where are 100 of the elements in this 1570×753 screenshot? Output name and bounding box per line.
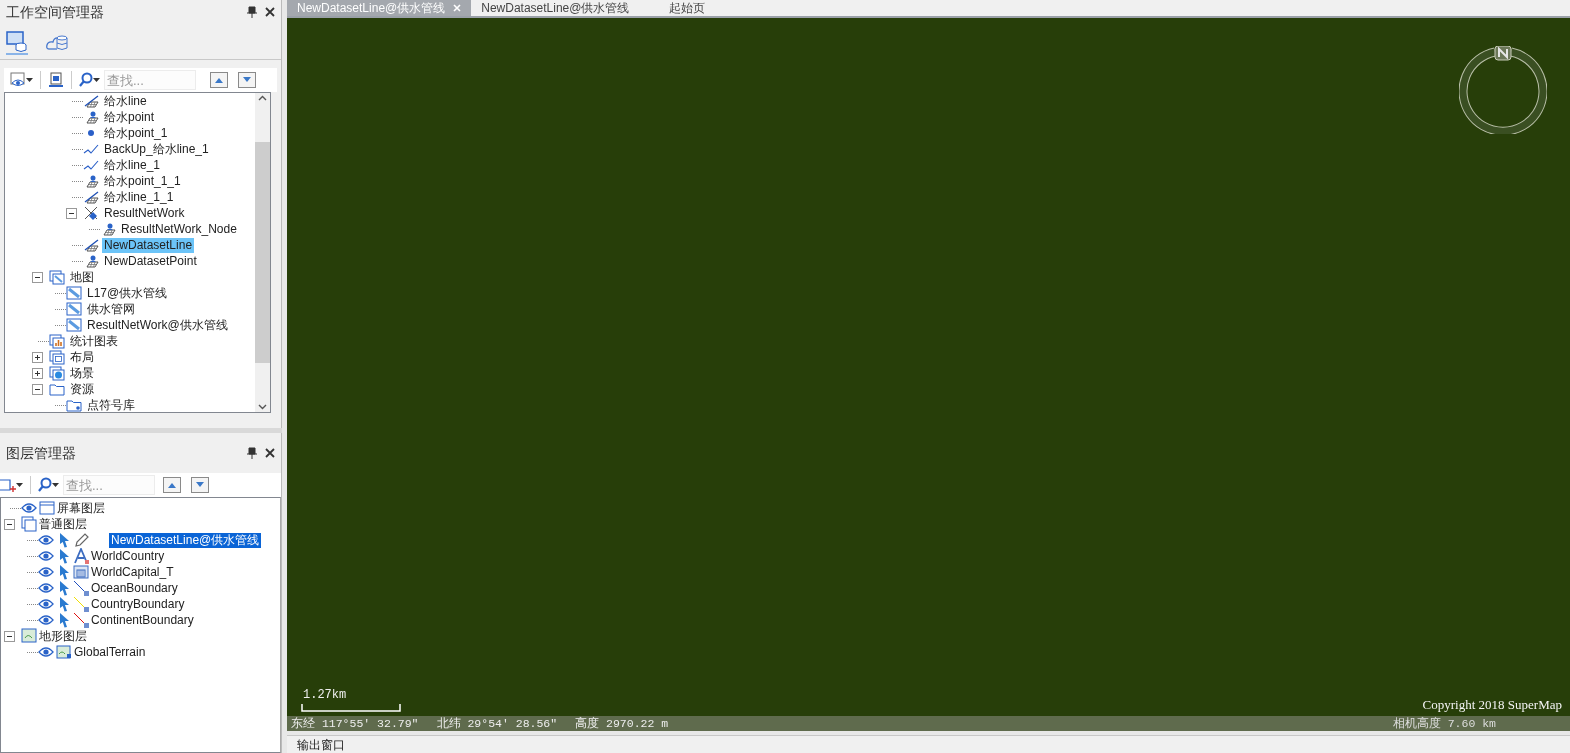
tree-item[interactable]: 地图 [68, 269, 96, 285]
tree-item[interactable]: 给水line_1 [102, 157, 163, 173]
layout-icon [49, 349, 65, 365]
down-arrow-icon [195, 482, 205, 488]
tree-item[interactable]: 给水point_1 [102, 125, 170, 141]
tree-item[interactable]: ResultNetWork@供水管线 [85, 317, 230, 333]
cursor-icon[interactable] [57, 532, 71, 548]
pin-icon[interactable] [247, 6, 257, 18]
move-down-button[interactable] [191, 477, 209, 493]
letter-a-icon [73, 548, 89, 564]
export-button[interactable] [48, 72, 64, 88]
tree-item[interactable]: 供水管网 [85, 301, 137, 317]
layer-item[interactable]: OceanBoundary [89, 580, 180, 596]
tree-item[interactable]: NewDatasetPoint [102, 253, 199, 269]
move-up-button[interactable] [210, 72, 228, 88]
tree-item[interactable]: ResultNetWork [102, 205, 187, 221]
close-icon[interactable] [265, 448, 275, 458]
node-icon [84, 607, 89, 612]
expand-icon[interactable] [32, 351, 43, 363]
eye-icon[interactable] [38, 566, 54, 578]
tree-item[interactable]: 资源 [68, 381, 96, 397]
map-icon [66, 285, 82, 301]
panel-tab[interactable] [6, 30, 28, 55]
node-icon [84, 623, 89, 628]
eye-icon[interactable] [38, 614, 54, 626]
eye-icon[interactable] [38, 534, 54, 546]
cursor-icon[interactable] [57, 564, 71, 580]
tree-item[interactable]: NewDatasetLine [102, 237, 195, 253]
terrain-group-icon [21, 628, 37, 644]
layer-item[interactable]: WorldCapital_T [89, 564, 176, 580]
tree-item[interactable]: 给水point [102, 109, 157, 125]
up-arrow-icon [214, 77, 224, 83]
cursor-icon[interactable] [57, 580, 71, 596]
line-dataset-icon [83, 237, 99, 253]
tree-item[interactable]: BackUp_给水line_1 [102, 141, 211, 157]
layer-item[interactable]: 地形图层 [37, 628, 89, 644]
expand-icon[interactable] [32, 367, 43, 379]
node-icon [84, 591, 89, 596]
eye-icon[interactable] [38, 582, 54, 594]
eye-icon[interactable] [38, 598, 54, 610]
network-icon [83, 205, 99, 221]
layer-item[interactable]: ContinentBoundary [89, 612, 196, 628]
scroll-down-icon[interactable] [258, 404, 267, 410]
tree-item[interactable]: 给水point_1_1 [102, 173, 183, 189]
scroll-up-icon[interactable] [258, 95, 267, 101]
search-button[interactable] [38, 477, 59, 493]
scale-label: 1.27km [302, 687, 348, 704]
cursor-icon[interactable] [57, 596, 71, 612]
workspace-icon [6, 30, 28, 53]
move-down-button[interactable] [238, 72, 256, 88]
search-button[interactable] [79, 72, 100, 88]
tree-item[interactable]: 统计图表 [68, 333, 120, 349]
folder-icon [49, 381, 65, 397]
map-folder-icon [49, 269, 65, 285]
tree-item[interactable]: 布局 [68, 349, 96, 365]
collapse-icon[interactable] [32, 383, 43, 395]
eye-icon[interactable] [21, 502, 37, 514]
layer-item[interactable]: 屏幕图层 [55, 500, 107, 516]
eye-icon [10, 72, 26, 88]
map-view[interactable]: 1.27km Copyright 2018 SuperMap [287, 16, 1570, 716]
layer-item[interactable]: WorldCountry [89, 548, 167, 564]
close-icon[interactable] [265, 7, 275, 17]
move-up-button[interactable] [163, 477, 181, 493]
tree-item[interactable]: L17@供水管线 [85, 285, 170, 301]
pin-icon[interactable] [247, 447, 257, 459]
collapse-icon[interactable] [4, 630, 15, 642]
search-field[interactable]: 查找... [104, 70, 196, 90]
tree-item[interactable]: 给水line [102, 93, 149, 109]
layer-item[interactable]: CountryBoundary [89, 596, 187, 612]
panel-title: 输出窗口 [297, 738, 345, 752]
tree-item[interactable]: 点符号库 [85, 397, 137, 412]
search-field[interactable]: 查找... [63, 475, 155, 495]
layer-item[interactable]: GlobalTerrain [72, 644, 148, 660]
longitude-text: 东经 117°55′ 32.79″ [291, 715, 419, 732]
eye-icon[interactable] [38, 646, 54, 658]
collapse-icon[interactable] [4, 518, 15, 530]
cursor-icon[interactable] [57, 612, 71, 628]
tree-item[interactable]: ResultNetWork_Node [119, 221, 239, 237]
scrollbar[interactable] [255, 93, 270, 412]
collapse-icon[interactable] [32, 271, 43, 283]
layer-item[interactable]: NewDatasetLine@供水管线 [109, 532, 262, 548]
line-dataset-icon [83, 93, 99, 109]
tree-item[interactable]: 给水line_1_1 [102, 189, 176, 205]
chart-icon [49, 333, 65, 349]
up-arrow-icon [167, 482, 177, 488]
layer-item[interactable]: 普通图层 [37, 516, 89, 532]
cursor-icon[interactable] [57, 548, 71, 564]
eye-icon[interactable] [38, 550, 54, 562]
add-layer-icon [0, 477, 16, 493]
collapse-icon[interactable] [66, 207, 77, 219]
line-dataset-icon [83, 189, 99, 205]
terrain-icon [56, 644, 72, 660]
altitude-text: 高度 2970.22 m [575, 715, 669, 732]
add-layer-button[interactable] [0, 477, 23, 493]
caret-icon [93, 78, 100, 82]
compass-icon[interactable] [1459, 46, 1547, 134]
tree-item[interactable]: 场景 [68, 365, 96, 381]
view-button[interactable] [10, 72, 33, 88]
pencil-icon [73, 532, 89, 548]
camera-height-text: 相机高度 7.60 km [1392, 715, 1496, 732]
